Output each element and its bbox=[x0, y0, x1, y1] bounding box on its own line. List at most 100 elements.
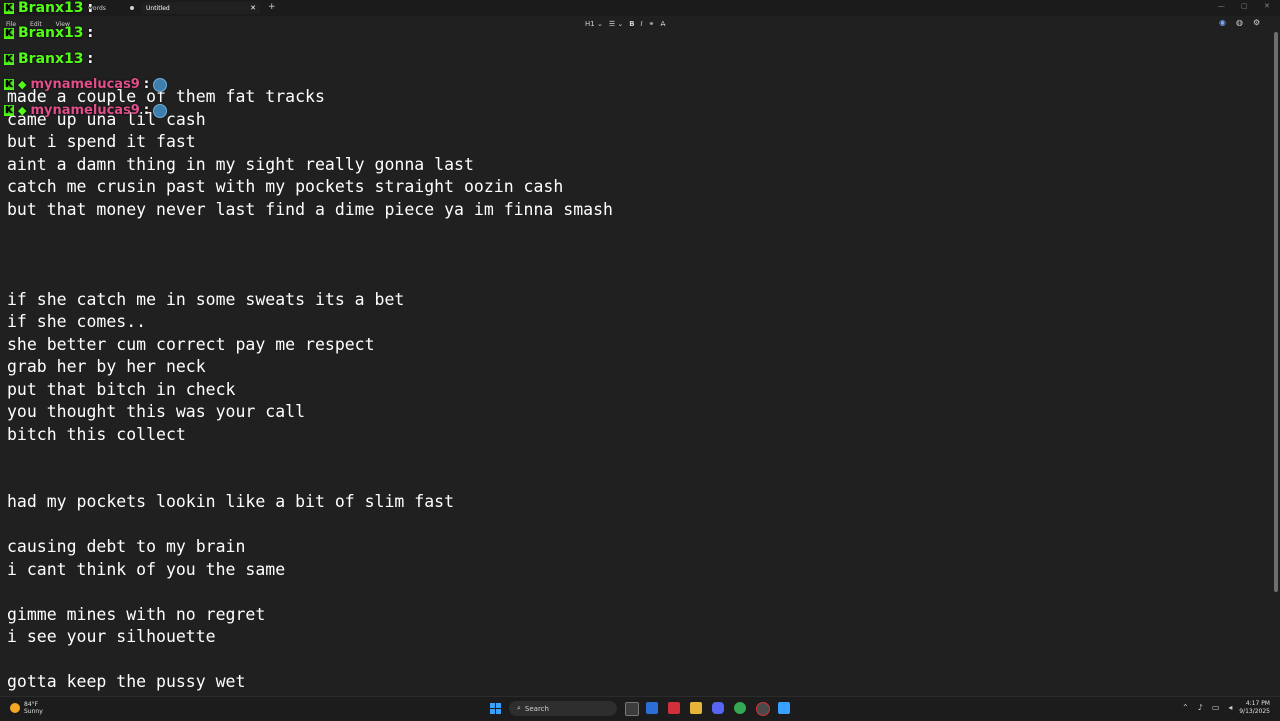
clock[interactable]: 4:17 PM 9/13/2025 bbox=[1239, 700, 1270, 716]
chat-message: K ◆ mynamelucas9 : bbox=[4, 103, 168, 118]
chat-message: K Branx13 : bbox=[4, 51, 93, 67]
kick-badge-icon: K bbox=[4, 105, 14, 116]
search-placeholder: Search bbox=[524, 704, 549, 713]
text-line: i cant think of you the same bbox=[7, 559, 286, 579]
chat-username: mynamelucas9 bbox=[30, 103, 140, 118]
chat-message: K ◆ mynamelucas9 : bbox=[4, 77, 168, 92]
text-line: if she comes.. bbox=[7, 312, 147, 331]
text-line: grab her by her neck bbox=[7, 357, 206, 376]
chat-username: Branx13 bbox=[18, 25, 84, 41]
text-line bbox=[7, 446, 1267, 469]
microphone-icon[interactable]: ♪ bbox=[1198, 703, 1203, 712]
text-line: put that bitch in check bbox=[7, 379, 236, 399]
bold-button[interactable]: B bbox=[629, 20, 634, 28]
heading-label: H1 bbox=[585, 20, 595, 28]
weather-text: 84°F Sunny bbox=[24, 701, 43, 715]
emote-icon bbox=[153, 103, 168, 118]
diamond-badge-icon: ◆ bbox=[18, 104, 27, 117]
start-button[interactable] bbox=[490, 703, 501, 714]
search-icon: ⌕ bbox=[517, 704, 521, 712]
text-line: causing debt to my brain bbox=[7, 537, 246, 556]
link-icon[interactable]: ⚭ bbox=[649, 20, 655, 28]
text-line: catch me crusin past with my pockets str… bbox=[7, 177, 564, 196]
maximize-button[interactable]: ▢ bbox=[1241, 2, 1248, 10]
chat-username: Branx13 bbox=[18, 0, 84, 16]
italic-button[interactable]: I bbox=[641, 20, 643, 28]
right-toolbar: ◉ ◍ ⚙ bbox=[1219, 18, 1260, 30]
weather-widget[interactable]: 84°F Sunny bbox=[10, 701, 43, 715]
title-bar: words Untitled ✕ + — ▢ ✕ bbox=[0, 0, 1280, 16]
diamond-badge-icon: ◆ bbox=[18, 78, 27, 91]
kick-badge-icon: K bbox=[4, 2, 14, 14]
task-view-icon[interactable] bbox=[625, 702, 639, 716]
text-line: made a couple of them fat tracks bbox=[7, 87, 325, 106]
tab-untitled[interactable]: Untitled ✕ bbox=[142, 2, 260, 14]
text-line bbox=[7, 266, 1267, 289]
text-line: she better cum correct pay me respect bbox=[7, 334, 375, 354]
chat-colon: : bbox=[143, 77, 150, 92]
clear-format-icon[interactable]: A̶ bbox=[660, 20, 665, 28]
copilot-icon[interactable]: ◉ bbox=[1219, 18, 1226, 30]
text-line bbox=[7, 221, 1267, 244]
notepad-icon[interactable] bbox=[778, 702, 790, 714]
text-line: i see your silhouette bbox=[7, 627, 216, 646]
text-line: aint a damn thing in my sight really gon… bbox=[7, 154, 474, 174]
close-tab-icon[interactable]: ✕ bbox=[250, 4, 256, 12]
text-line bbox=[7, 649, 1267, 672]
store-icon[interactable] bbox=[646, 702, 658, 714]
kick-badge-icon: K bbox=[4, 27, 14, 39]
speaker-icon[interactable]: ◂ bbox=[1228, 703, 1232, 712]
discord-icon[interactable] bbox=[712, 702, 724, 714]
vertical-scrollbar[interactable] bbox=[1274, 32, 1278, 592]
clock-time: 4:17 PM bbox=[1245, 700, 1270, 707]
settings-gear-icon[interactable]: ⚙ bbox=[1253, 18, 1260, 30]
list-icon: ☰ bbox=[608, 20, 616, 28]
text-line: bitch this collect bbox=[7, 424, 186, 444]
heading-dropdown[interactable]: H1 ⌄ bbox=[585, 20, 603, 28]
app-icon[interactable] bbox=[668, 702, 680, 714]
text-line bbox=[7, 581, 1267, 604]
chat-colon: : bbox=[143, 103, 150, 118]
format-toolbar: H1 ⌄ ☰ ⌄ B I ⚭ A̶ bbox=[585, 18, 665, 30]
minimize-button[interactable]: — bbox=[1218, 2, 1225, 10]
emote-icon bbox=[153, 77, 168, 92]
browser-icon[interactable] bbox=[756, 702, 770, 716]
sun-icon bbox=[10, 703, 20, 713]
clock-date: 9/13/2025 bbox=[1239, 708, 1270, 715]
taskbar: 84°F Sunny ⌕ Search ⌃ ♪ ▭ ◂ 4:17 PM 9/13… bbox=[0, 696, 1280, 721]
text-line: but i spend it fast bbox=[7, 132, 196, 151]
text-line bbox=[7, 469, 1267, 492]
chat-message: K Branx13 : bbox=[4, 0, 93, 16]
chat-colon: : bbox=[87, 0, 94, 16]
file-explorer-icon[interactable] bbox=[690, 702, 702, 714]
chevron-up-icon[interactable]: ⌃ bbox=[1182, 703, 1189, 712]
chat-colon: : bbox=[87, 25, 94, 41]
profile-icon[interactable]: ◍ bbox=[1236, 18, 1243, 30]
text-line bbox=[7, 514, 1267, 537]
kick-badge-icon: K bbox=[4, 53, 14, 65]
kick-badge-icon: K bbox=[4, 79, 14, 90]
text-line: had my pockets lookin like a bit of slim… bbox=[7, 492, 455, 511]
chat-username: Branx13 bbox=[18, 51, 84, 67]
taskbar-search[interactable]: ⌕ Search bbox=[509, 701, 617, 716]
chat-message: K Branx13 : bbox=[4, 25, 93, 41]
text-line: gotta keep the pussy wet bbox=[7, 672, 246, 691]
chat-username: mynamelucas9 bbox=[30, 77, 140, 92]
close-window-button[interactable]: ✕ bbox=[1264, 2, 1270, 10]
unsaved-dot-icon bbox=[130, 6, 134, 10]
list-dropdown[interactable]: ☰ ⌄ bbox=[609, 20, 623, 28]
text-line bbox=[7, 244, 1267, 267]
chrome-icon[interactable] bbox=[734, 702, 746, 714]
text-line: but that money never last find a dime pi… bbox=[7, 199, 613, 219]
text-line: you thought this was your call bbox=[7, 402, 306, 421]
new-tab-button[interactable]: + bbox=[268, 2, 276, 12]
weather-temp: 84°F bbox=[24, 701, 39, 708]
weather-desc: Sunny bbox=[24, 708, 43, 715]
text-line: came up una lil cash bbox=[7, 109, 206, 129]
document-editor[interactable]: made a couple of them fat tracks came up … bbox=[7, 86, 1267, 694]
tab-label: Untitled bbox=[146, 4, 170, 12]
system-tray: ⌃ ♪ ▭ ◂ bbox=[1182, 703, 1232, 712]
text-line: gimme mines with no regret bbox=[7, 604, 266, 624]
text-line: if she catch me in some sweats its a bet bbox=[7, 289, 405, 309]
display-icon[interactable]: ▭ bbox=[1212, 703, 1220, 712]
